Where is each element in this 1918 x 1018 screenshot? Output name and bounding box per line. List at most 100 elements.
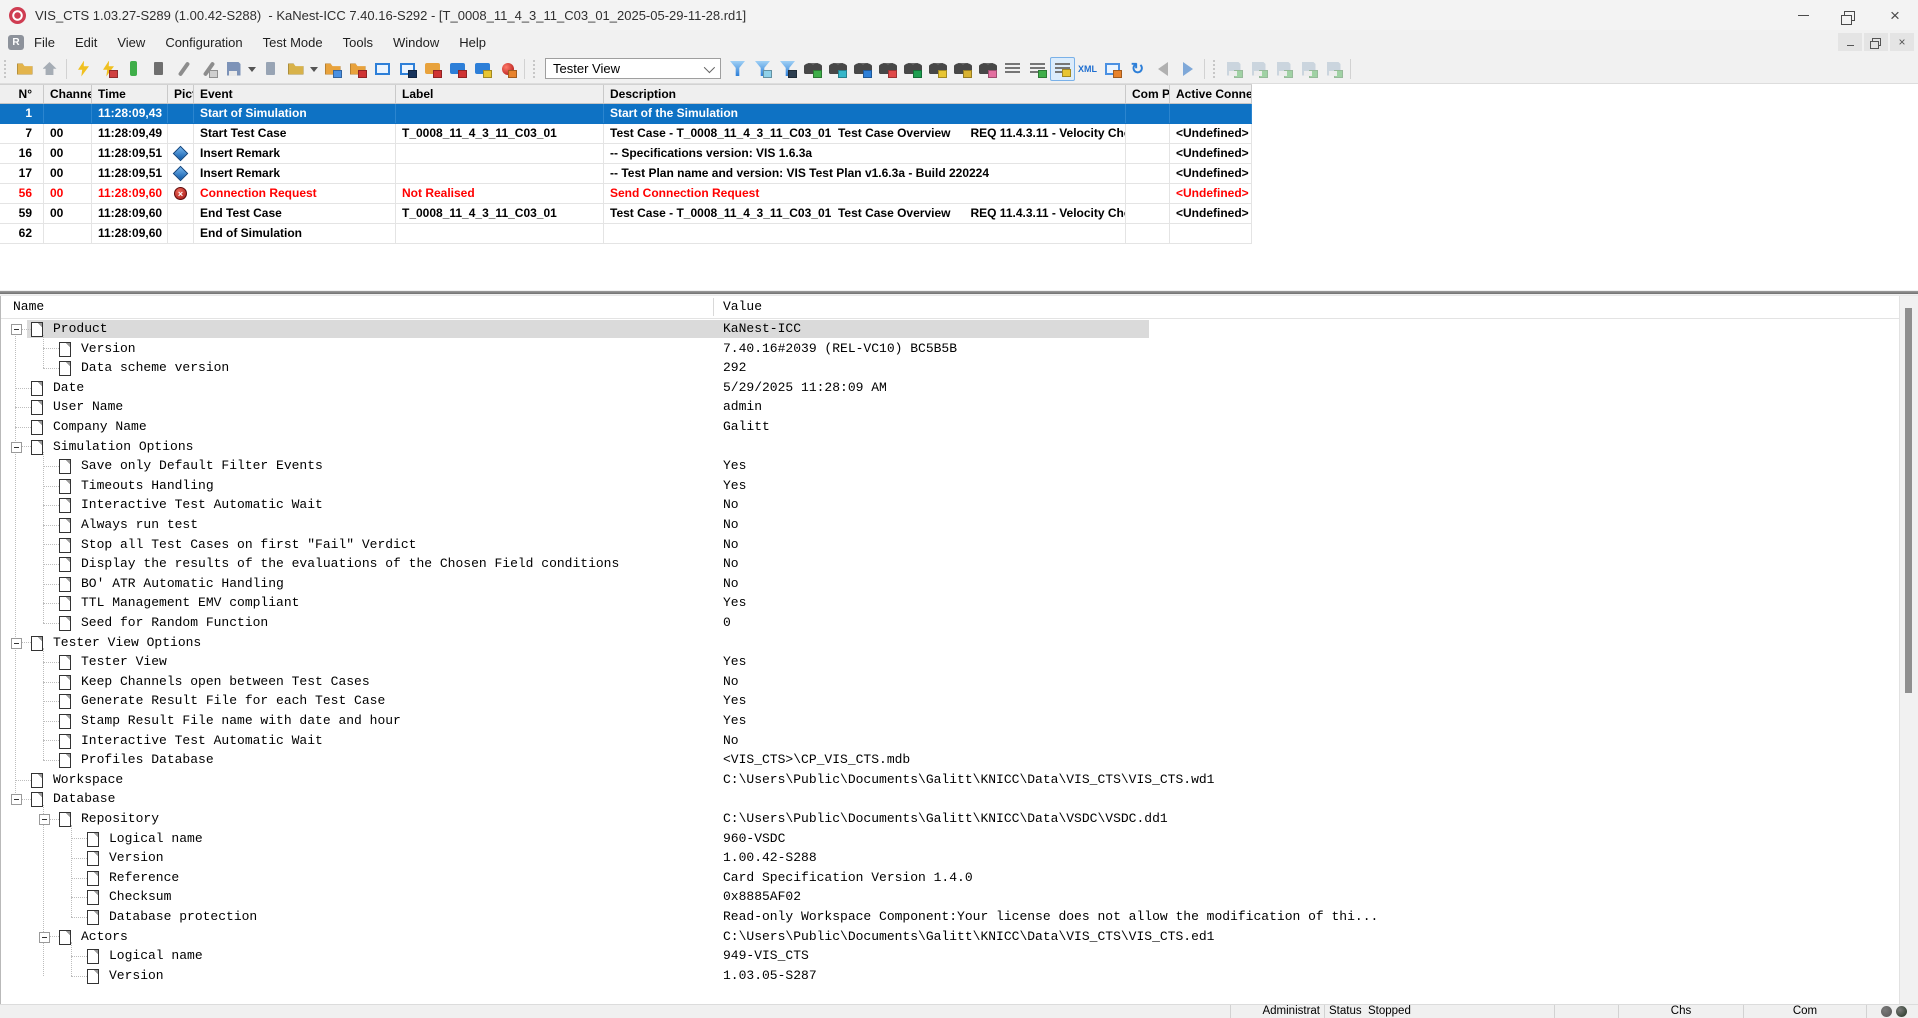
tree-row-generate-result-file-for-each-test-case[interactable]: Generate Result File for each Test CaseY… xyxy=(1,691,1899,711)
tree-header-divider[interactable] xyxy=(713,298,714,316)
grid-camera-icon[interactable] xyxy=(470,57,495,81)
navigate-up-icon[interactable] xyxy=(37,57,62,81)
tree-row-tester-view[interactable]: Tester ViewYes xyxy=(1,652,1899,672)
probe-icon[interactable] xyxy=(171,57,196,81)
table-row[interactable]: 6211:28:09,60End of Simulation xyxy=(0,224,1252,244)
viewer-icon[interactable] xyxy=(370,57,395,81)
tree-row-workspace[interactable]: WorkspaceC:\Users\Public\Documents\Galit… xyxy=(1,770,1899,790)
find-marker-icon[interactable] xyxy=(975,57,1000,81)
tree-row-interactive-test-automatic-wait[interactable]: Interactive Test Automatic WaitNo xyxy=(1,495,1899,515)
menu-file[interactable]: File xyxy=(24,32,65,53)
column-header-time[interactable]: Time xyxy=(92,85,168,103)
save-dropdown-caret[interactable] xyxy=(246,57,258,81)
export-report-5-icon[interactable] xyxy=(1321,57,1346,81)
menu-help[interactable]: Help xyxy=(449,32,496,53)
abort-icon[interactable] xyxy=(495,57,520,81)
run-edit-icon[interactable] xyxy=(96,57,121,81)
tree-vertical-scrollbar[interactable] xyxy=(1899,296,1918,1004)
column-header-active[interactable]: Active Connecti xyxy=(1170,85,1252,103)
export-stop-icon[interactable] xyxy=(345,57,370,81)
previous-icon[interactable] xyxy=(1150,57,1175,81)
find-note2-icon[interactable] xyxy=(950,57,975,81)
tree-row-logical-name[interactable]: Logical name949-VIS_CTS xyxy=(1,946,1899,966)
xml-export-icon[interactable]: XML xyxy=(1075,57,1100,81)
tree-row-seed-for-random-function[interactable]: Seed for Random Function0 xyxy=(1,613,1899,633)
tree-row-keep-channels-open-between-test-cases[interactable]: Keep Channels open between Test CasesNo xyxy=(1,672,1899,692)
restore-button[interactable] xyxy=(1826,0,1872,30)
column-header-picto[interactable]: Picto xyxy=(168,85,194,103)
toolbar-grip[interactable] xyxy=(531,60,539,78)
table-row[interactable]: 560011:28:09,60×Connection RequestNot Re… xyxy=(0,184,1252,204)
find-event-icon[interactable] xyxy=(800,57,825,81)
menu-configuration[interactable]: Configuration xyxy=(155,32,252,53)
record-blue-icon[interactable] xyxy=(445,57,470,81)
expand-collapse-box[interactable] xyxy=(39,932,50,943)
tree-row-repository[interactable]: RepositoryC:\Users\Public\Documents\Gali… xyxy=(1,809,1899,829)
close-button[interactable]: × xyxy=(1872,0,1918,30)
expand-collapse-box[interactable] xyxy=(11,442,22,453)
pane-splitter[interactable] xyxy=(0,289,1918,296)
column-header-event[interactable]: Event xyxy=(194,85,396,103)
table-row[interactable]: 590011:28:09,60End Test CaseT_0008_11_4_… xyxy=(0,204,1252,224)
connect-icon[interactable] xyxy=(121,57,146,81)
find-error-icon[interactable] xyxy=(875,57,900,81)
tree-row-data-scheme-version[interactable]: Data scheme version292 xyxy=(1,358,1899,378)
tree-row-display-the-results-of-the-evaluations-of-the-chosen-field-conditions[interactable]: Display the results of the evaluations o… xyxy=(1,554,1899,574)
menu-edit[interactable]: Edit xyxy=(65,32,107,53)
tree-row-version[interactable]: Version1.03.05-S287 xyxy=(1,966,1899,986)
column-header-channel[interactable]: Channel xyxy=(44,85,92,103)
viewer-play-icon[interactable] xyxy=(395,57,420,81)
mdi-close-button[interactable]: × xyxy=(1890,33,1914,51)
list-green-icon[interactable] xyxy=(1025,57,1050,81)
table-row[interactable]: 160011:28:09,51Insert Remark-- Specifica… xyxy=(0,144,1252,164)
tree-row-interactive-test-automatic-wait[interactable]: Interactive Test Automatic WaitNo xyxy=(1,731,1899,751)
find-verdict-icon[interactable] xyxy=(900,57,925,81)
column-header-label[interactable]: Label xyxy=(396,85,604,103)
view-selector-combo[interactable]: Tester View xyxy=(545,58,721,79)
tree-row-profiles-database[interactable]: Profiles Database<VIS_CTS>\CP_VIS_CTS.md… xyxy=(1,750,1899,770)
column-header-com_pr[interactable]: Com Pr xyxy=(1126,85,1170,103)
tree-row-actors[interactable]: ActorsC:\Users\Public\Documents\Galitt\K… xyxy=(1,927,1899,947)
probe-edit-icon[interactable] xyxy=(196,57,221,81)
stop-icon[interactable] xyxy=(146,57,171,81)
tree-row-company-name[interactable]: Company NameGalitt xyxy=(1,417,1899,437)
filter-icon[interactable] xyxy=(725,57,750,81)
menu-window[interactable]: Window xyxy=(383,32,449,53)
toolbar-grip[interactable] xyxy=(1211,60,1219,78)
tree-row-bo-atr-automatic-handling[interactable]: BO' ATR Automatic HandlingNo xyxy=(1,574,1899,594)
tree-row-always-run-test[interactable]: Always run testNo xyxy=(1,515,1899,535)
filter-advanced-icon[interactable] xyxy=(775,57,800,81)
scrollbar-thumb[interactable] xyxy=(1905,308,1912,693)
find-next-icon[interactable] xyxy=(825,57,850,81)
refresh-icon[interactable]: ↻ xyxy=(1125,57,1150,81)
expand-collapse-box[interactable] xyxy=(11,324,22,335)
column-header-n[interactable]: N° xyxy=(0,85,44,103)
tree-row-version[interactable]: Version7.40.16#2039 (REL-VC10) BC5B5B xyxy=(1,339,1899,359)
tree-row-reference[interactable]: ReferenceCard Specification Version 1.4.… xyxy=(1,868,1899,888)
menu-test-mode[interactable]: Test Mode xyxy=(253,32,333,53)
tree-row-user-name[interactable]: User Nameadmin xyxy=(1,397,1899,417)
tree-row-timeouts-handling[interactable]: Timeouts HandlingYes xyxy=(1,476,1899,496)
tree-row-stamp-result-file-name-with-date-and-hour[interactable]: Stamp Result File name with date and hou… xyxy=(1,711,1899,731)
table-row[interactable]: 70011:28:09,49Start Test CaseT_0008_11_4… xyxy=(0,124,1252,144)
list-yellow-icon[interactable] xyxy=(1050,57,1075,81)
export-report-3-icon[interactable] xyxy=(1271,57,1296,81)
tree-row-save-only-default-filter-events[interactable]: Save only Default Filter EventsYes xyxy=(1,456,1899,476)
export-report-1-icon[interactable] xyxy=(1221,57,1246,81)
menu-view[interactable]: View xyxy=(107,32,155,53)
filter-time-icon[interactable] xyxy=(750,57,775,81)
export-results-icon[interactable] xyxy=(320,57,345,81)
folder-dropdown-caret[interactable] xyxy=(308,57,320,81)
tree-row-stop-all-test-cases-on-first-fail-verdict[interactable]: Stop all Test Cases on first "Fail" Verd… xyxy=(1,535,1899,555)
tree-row-simulation-options[interactable]: Simulation Options xyxy=(1,437,1899,457)
list-plain-icon[interactable] xyxy=(1000,57,1025,81)
column-header-description[interactable]: Description xyxy=(604,85,1126,103)
next-icon[interactable] xyxy=(1175,57,1200,81)
tree-row-tester-view-options[interactable]: Tester View Options xyxy=(1,633,1899,653)
expand-collapse-box[interactable] xyxy=(11,794,22,805)
record-yellow-icon[interactable] xyxy=(420,57,445,81)
tree-row-database[interactable]: Database xyxy=(1,789,1899,809)
tree-row-product[interactable]: ProductKaNest-ICC xyxy=(1,319,1899,339)
menu-tools[interactable]: Tools xyxy=(333,32,383,53)
window-export-icon[interactable] xyxy=(1100,57,1125,81)
